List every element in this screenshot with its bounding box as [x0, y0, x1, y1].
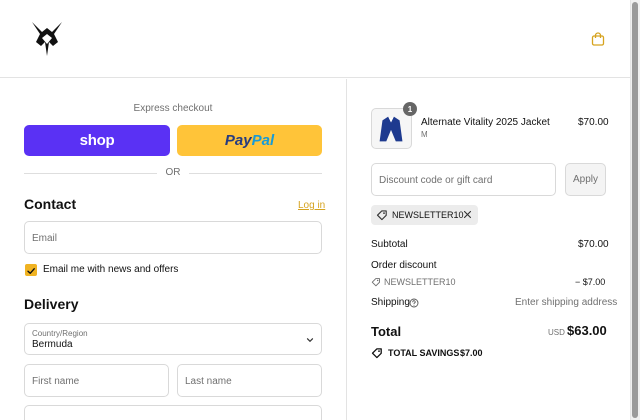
divider-left: [24, 173, 157, 174]
scrollbar-thumb[interactable]: [632, 2, 638, 418]
applied-discount-chip: NEWSLETTER10: [371, 205, 478, 225]
vitality-bee-logo[interactable]: [30, 20, 64, 56]
country-value: Bermuda: [32, 339, 73, 350]
first-name-field[interactable]: First name: [24, 364, 169, 397]
paypal-button[interactable]: Pay Pal: [177, 125, 322, 156]
product-name: Alternate Vitality 2025 Jacket: [421, 117, 550, 128]
country-select[interactable]: Country/Region Bermuda: [24, 323, 322, 355]
login-link[interactable]: Log in: [298, 200, 325, 211]
discount-placeholder: Discount code or gift card: [379, 175, 493, 186]
address-field[interactable]: [24, 405, 322, 420]
tag-icon: [376, 210, 387, 221]
shopping-bag-icon[interactable]: [591, 32, 605, 46]
tag-icon: [371, 278, 380, 287]
newsletter-label[interactable]: Email me with news and offers: [43, 264, 178, 275]
shipping-label: Shipping: [371, 297, 410, 308]
total-label: Total: [371, 324, 402, 339]
newsletter-checkbox[interactable]: [25, 264, 37, 276]
total-value: $63.00: [567, 323, 607, 338]
header: [0, 0, 630, 78]
quantity-badge: 1: [403, 102, 417, 116]
applied-code: NEWSLETTER10: [392, 210, 464, 220]
order-discount-label: Order discount: [371, 260, 437, 271]
currency-code: USD: [548, 328, 565, 337]
paypal-label-part1: Pay: [224, 132, 252, 149]
total-savings-value: $7.00: [460, 348, 483, 358]
contact-heading: Contact: [24, 196, 77, 212]
product-price: $70.00: [578, 117, 609, 128]
email-placeholder: Email: [32, 233, 58, 244]
discount-code-label: NEWSLETTER10: [384, 277, 456, 287]
divider-right: [189, 173, 322, 174]
country-label: Country/Region: [32, 329, 88, 338]
savings-tag-icon: [371, 348, 382, 359]
first-name-placeholder: First name: [32, 376, 80, 387]
last-name-placeholder: Last name: [185, 376, 232, 387]
subtotal-label: Subtotal: [371, 239, 408, 250]
delivery-heading: Delivery: [24, 296, 79, 312]
last-name-field[interactable]: Last name: [177, 364, 322, 397]
apply-button[interactable]: Apply: [565, 163, 606, 196]
paypal-label-part2: Pal: [251, 132, 275, 149]
shop-pay-button[interactable]: shop: [24, 125, 170, 156]
shop-pay-label: shop: [79, 132, 115, 149]
shipping-value: Enter shipping address: [515, 297, 618, 308]
close-icon[interactable]: [463, 210, 472, 219]
subtotal-value: $70.00: [578, 239, 609, 250]
jacket-image-icon: [379, 116, 403, 142]
chevron-down-icon: [306, 338, 314, 343]
product-variant: M: [421, 130, 428, 139]
help-circle-icon[interactable]: [409, 298, 419, 308]
email-field[interactable]: Email: [24, 221, 322, 254]
or-separator: OR: [165, 167, 181, 178]
discount-code-input[interactable]: Discount code or gift card: [371, 163, 556, 196]
express-checkout-label: Express checkout: [133, 103, 213, 114]
check-icon: [27, 268, 35, 274]
total-savings-label: TOTAL SAVINGS: [388, 348, 460, 358]
discount-value: − $7.00: [575, 277, 606, 287]
